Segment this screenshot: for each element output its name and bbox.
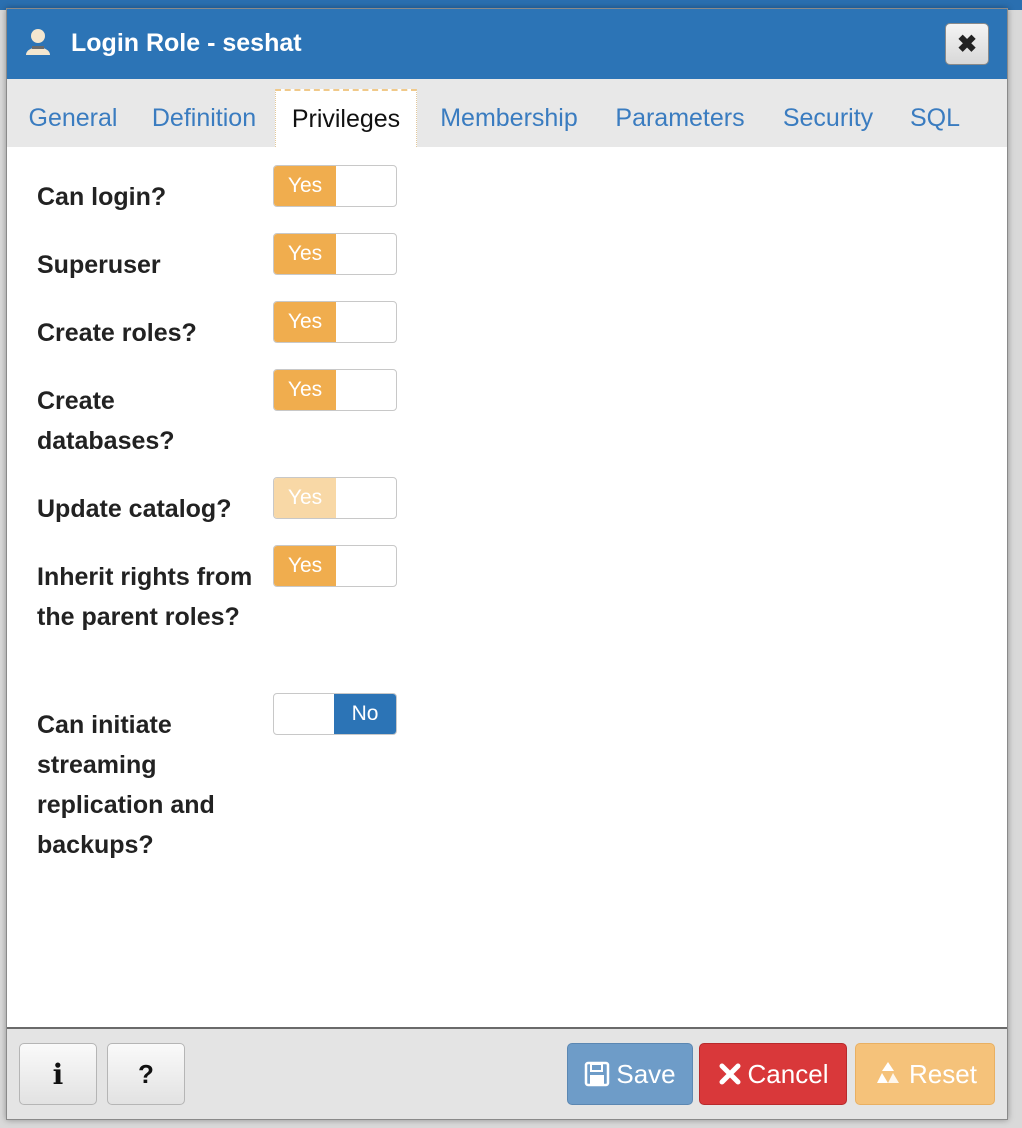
- login-role-dialog: Login Role - seshat ✖ General Definition…: [6, 8, 1008, 1120]
- info-icon: i: [52, 1057, 64, 1091]
- toggle-value: Yes: [274, 478, 336, 518]
- user-icon: [23, 27, 53, 57]
- save-label: Save: [616, 1058, 676, 1089]
- inherit-rights-label: Inherit rights from the parent roles?: [37, 563, 253, 631]
- can-login-label: Can login?: [37, 183, 167, 211]
- tab-security[interactable]: Security: [771, 89, 885, 147]
- create-databases-toggle[interactable]: Yes: [273, 369, 397, 411]
- recycle-icon: [873, 1059, 903, 1089]
- tab-definition[interactable]: Definition: [139, 89, 269, 147]
- superuser-toggle[interactable]: Yes: [273, 233, 397, 275]
- tab-membership[interactable]: Membership: [427, 89, 591, 147]
- help-icon: ?: [138, 1058, 154, 1089]
- superuser-label: Superuser: [37, 251, 161, 279]
- create-roles-label: Create roles?: [37, 319, 197, 347]
- info-button[interactable]: i: [19, 1043, 97, 1105]
- update-catalog-label: Update catalog?: [37, 495, 232, 523]
- save-button[interactable]: Save: [567, 1043, 693, 1105]
- tab-privileges[interactable]: Privileges: [275, 89, 417, 147]
- tab-general[interactable]: General: [13, 89, 133, 147]
- toggle-value: Yes: [274, 370, 336, 410]
- create-roles-toggle[interactable]: Yes: [273, 301, 397, 343]
- update-catalog-toggle: Yes: [273, 477, 397, 519]
- dialog-footer: i ? Save Cancel Reset: [7, 1027, 1007, 1119]
- toggle-value: Yes: [274, 166, 336, 206]
- can-login-toggle[interactable]: Yes: [273, 165, 397, 207]
- cancel-label: Cancel: [747, 1058, 829, 1089]
- reset-label: Reset: [909, 1058, 977, 1089]
- dialog-titlebar[interactable]: Login Role - seshat ✖: [7, 9, 1007, 79]
- close-icon: ✖: [956, 30, 978, 58]
- toggle-value: Yes: [274, 546, 336, 586]
- create-databases-label: Create databases?: [37, 387, 175, 455]
- floppy-disk-icon: [584, 1061, 610, 1087]
- tab-sql[interactable]: SQL: [897, 89, 973, 147]
- replication-toggle[interactable]: No: [273, 693, 397, 735]
- cancel-button[interactable]: Cancel: [699, 1043, 847, 1105]
- toggle-value: Yes: [274, 302, 336, 342]
- toggle-value: Yes: [274, 234, 336, 274]
- close-button[interactable]: ✖: [945, 23, 989, 65]
- help-button[interactable]: ?: [107, 1043, 185, 1105]
- dialog-title: Login Role - seshat: [71, 29, 302, 57]
- tab-parameters[interactable]: Parameters: [603, 89, 757, 147]
- tab-bar: General Definition Privileges Membership…: [7, 79, 1007, 147]
- inherit-rights-toggle[interactable]: Yes: [273, 545, 397, 587]
- reset-button[interactable]: Reset: [855, 1043, 995, 1105]
- x-icon: [718, 1062, 742, 1086]
- privileges-panel: Can login? Yes Superuser Yes Create role…: [7, 147, 1007, 1027]
- toggle-value: No: [334, 694, 396, 734]
- replication-label: Can initiate streaming replication and b…: [37, 711, 215, 859]
